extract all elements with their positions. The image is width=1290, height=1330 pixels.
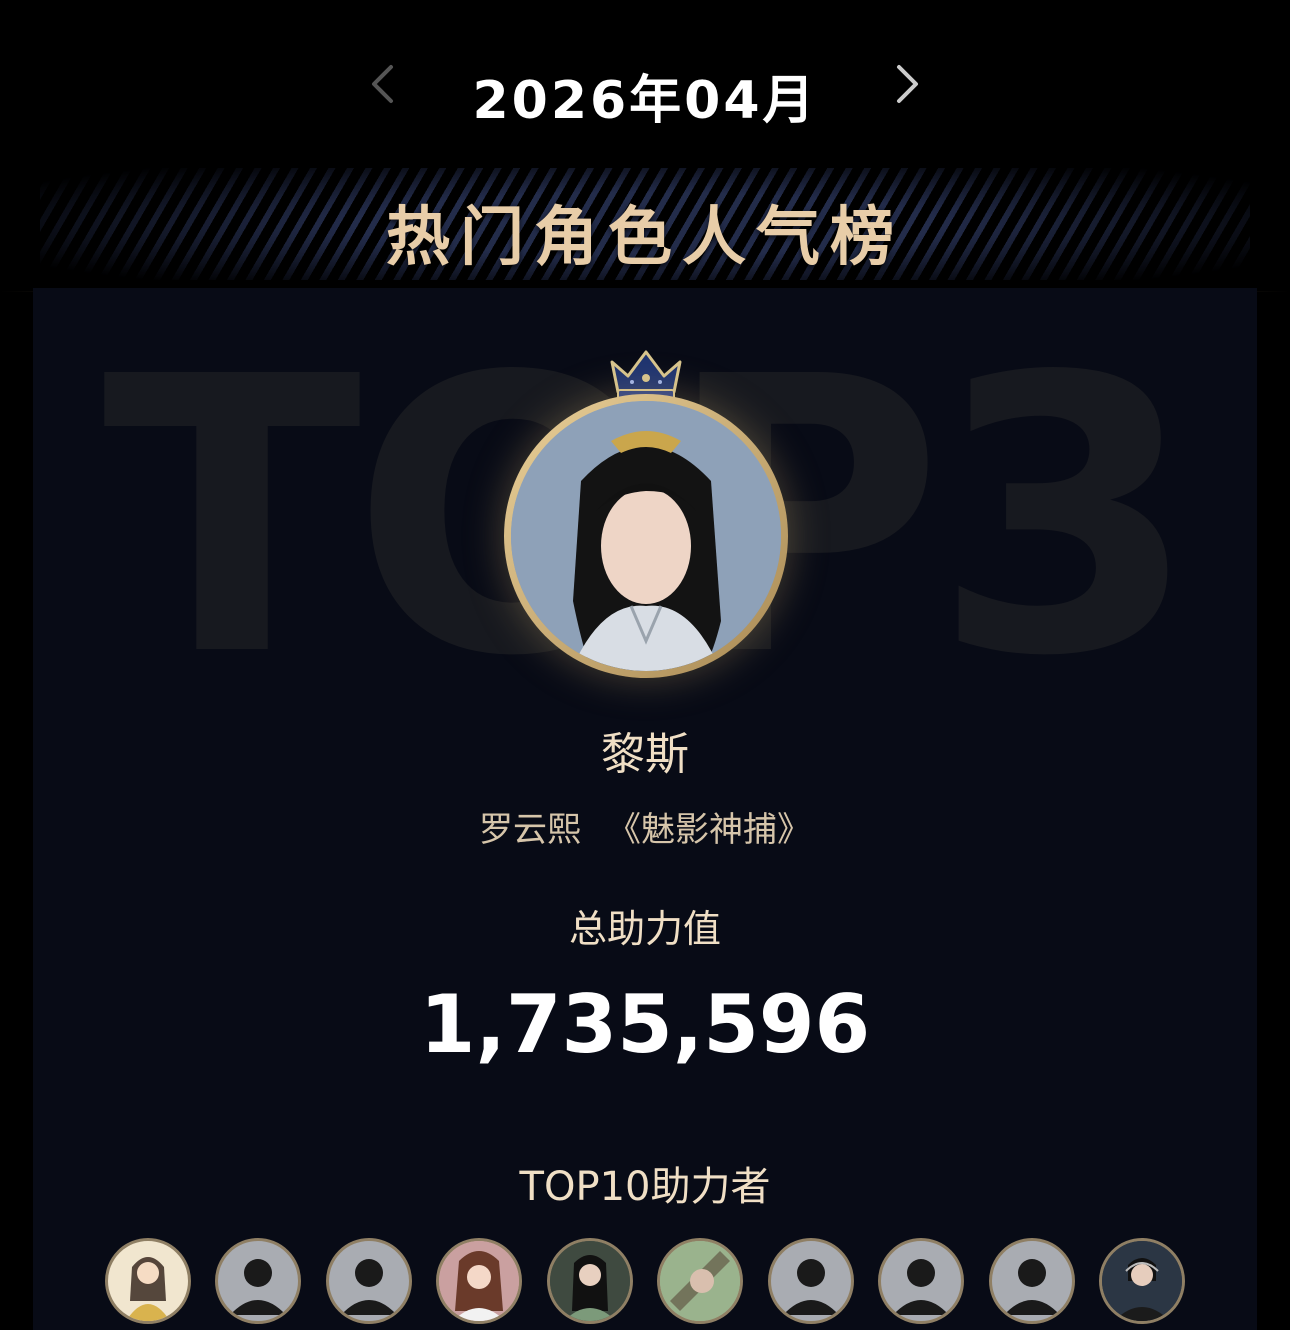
- board-title-banner: 热门角色人气榜: [0, 160, 1290, 292]
- supporter-avatar[interactable]: [547, 1238, 633, 1324]
- month-selector: 2026年04月: [0, 40, 1290, 140]
- default-user-icon[interactable]: [215, 1238, 301, 1324]
- actor-name: 罗云熙: [479, 810, 581, 850]
- supporter-avatar[interactable]: [105, 1238, 191, 1324]
- month-label: 2026年04月: [472, 71, 818, 131]
- supporter-avatar[interactable]: [1099, 1238, 1185, 1324]
- character-name: 黎斯: [601, 729, 689, 780]
- character-avatar-ring[interactable]: [504, 394, 788, 678]
- supporter-avatar[interactable]: [657, 1238, 743, 1324]
- supporters-list: [105, 1238, 1205, 1328]
- total-support-value: 1,735,596: [419, 978, 871, 1071]
- default-user-icon[interactable]: [989, 1238, 1075, 1324]
- default-user-icon[interactable]: [878, 1238, 964, 1324]
- supporter-avatar[interactable]: [436, 1238, 522, 1324]
- character-card: TOP3 黎斯 罗云熙《魅影神捕》 总助力值 1,735,596: [33, 288, 1257, 1330]
- board-title: 热门角色人气榜: [386, 201, 904, 275]
- character-subtitle: 罗云熙 《魅影神捕》: [33, 802, 1257, 851]
- total-support-label: 总助力值: [568, 907, 721, 951]
- default-user-icon[interactable]: [326, 1238, 412, 1324]
- character-avatar: [511, 401, 781, 671]
- top10-supporters-label: TOP10助力者: [519, 1164, 771, 1210]
- default-user-icon[interactable]: [768, 1238, 854, 1324]
- drama-title: 《魅影神捕》: [607, 810, 811, 850]
- chevron-right-icon[interactable]: [888, 64, 928, 104]
